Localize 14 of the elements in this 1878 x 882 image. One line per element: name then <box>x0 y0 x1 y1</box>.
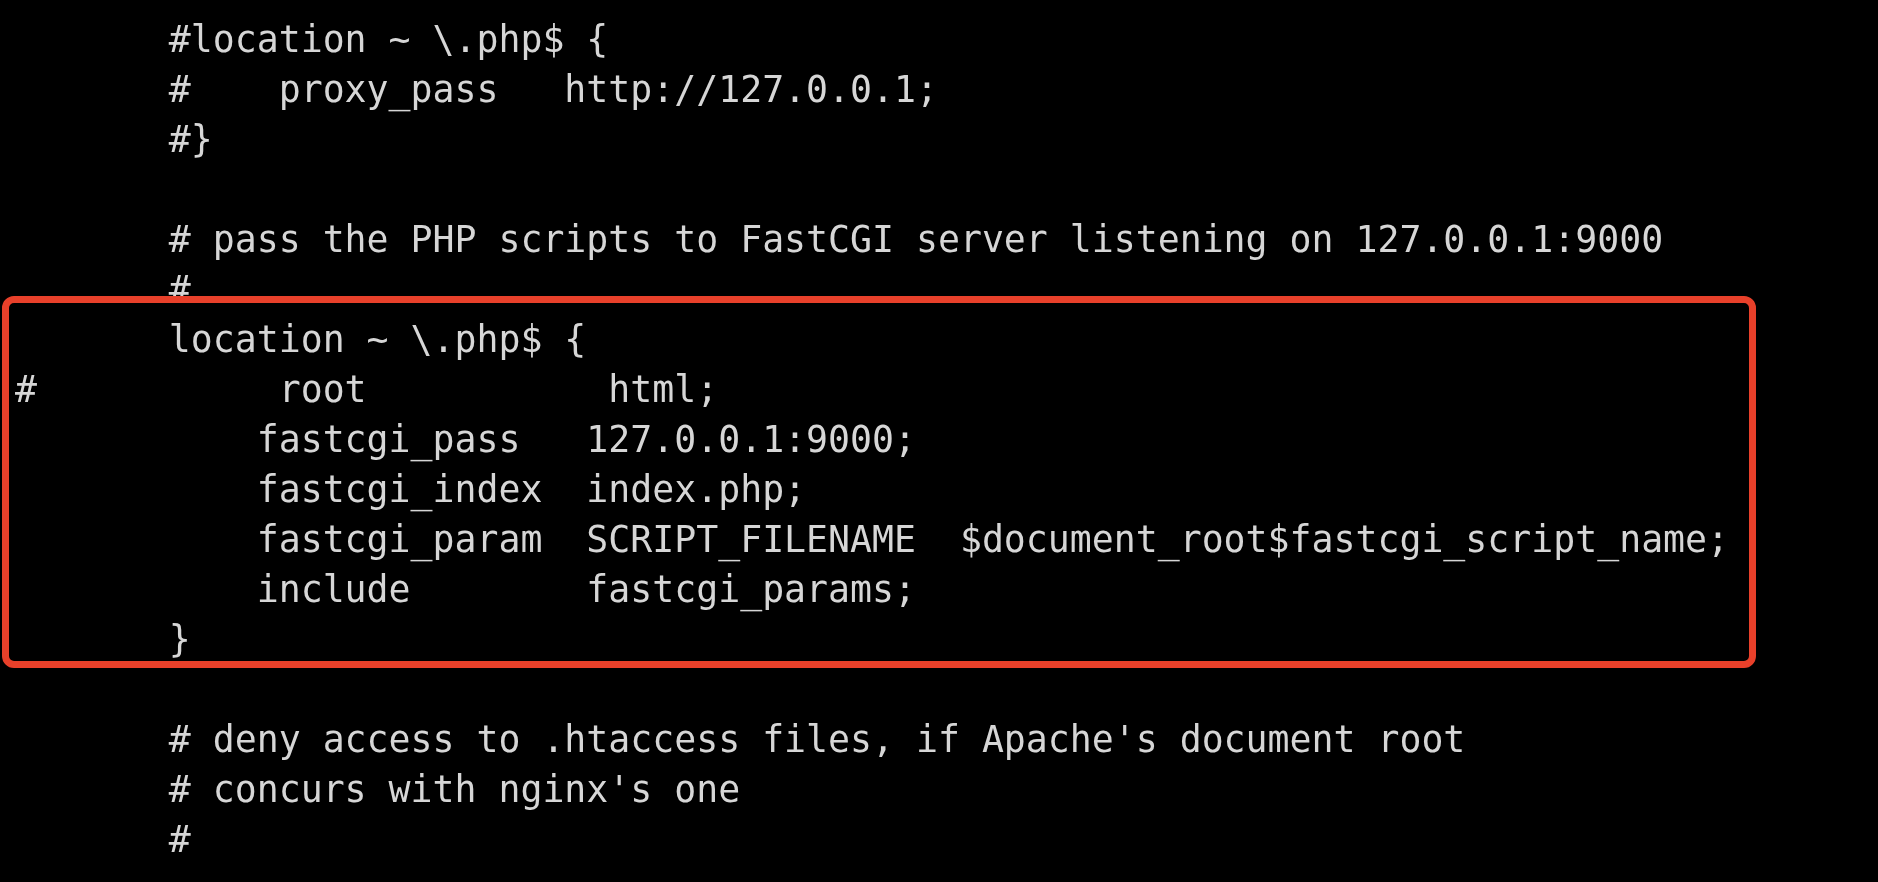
code-line: # proxy_pass http://127.0.0.1; <box>167 68 938 111</box>
code-line: # root html; <box>15 368 719 411</box>
code-line: # <box>167 818 191 861</box>
code-line: # deny access to .htaccess files, if Apache's document root <box>167 718 1466 761</box>
code-line: #} <box>167 118 213 161</box>
code-line: include fastcgi_params; <box>255 568 916 611</box>
code-line: fastcgi_param SCRIPT_FILENAME $document_root$fastcgi_script_name; <box>255 518 1730 561</box>
code-line: fastcgi_pass 127.0.0.1:9000; <box>255 418 916 461</box>
code-line: # concurs with nginx's one <box>167 768 741 811</box>
code-line: fastcgi_index index.php; <box>255 468 807 511</box>
code-line: location ~ \.php$ { <box>167 318 587 361</box>
code-line: #location ~ \.php$ { <box>167 18 609 61</box>
code-line: # pass the PHP scripts to FastCGI server listening on 127.0.0.1:9000 <box>167 218 1664 261</box>
code-line: } <box>167 618 191 661</box>
